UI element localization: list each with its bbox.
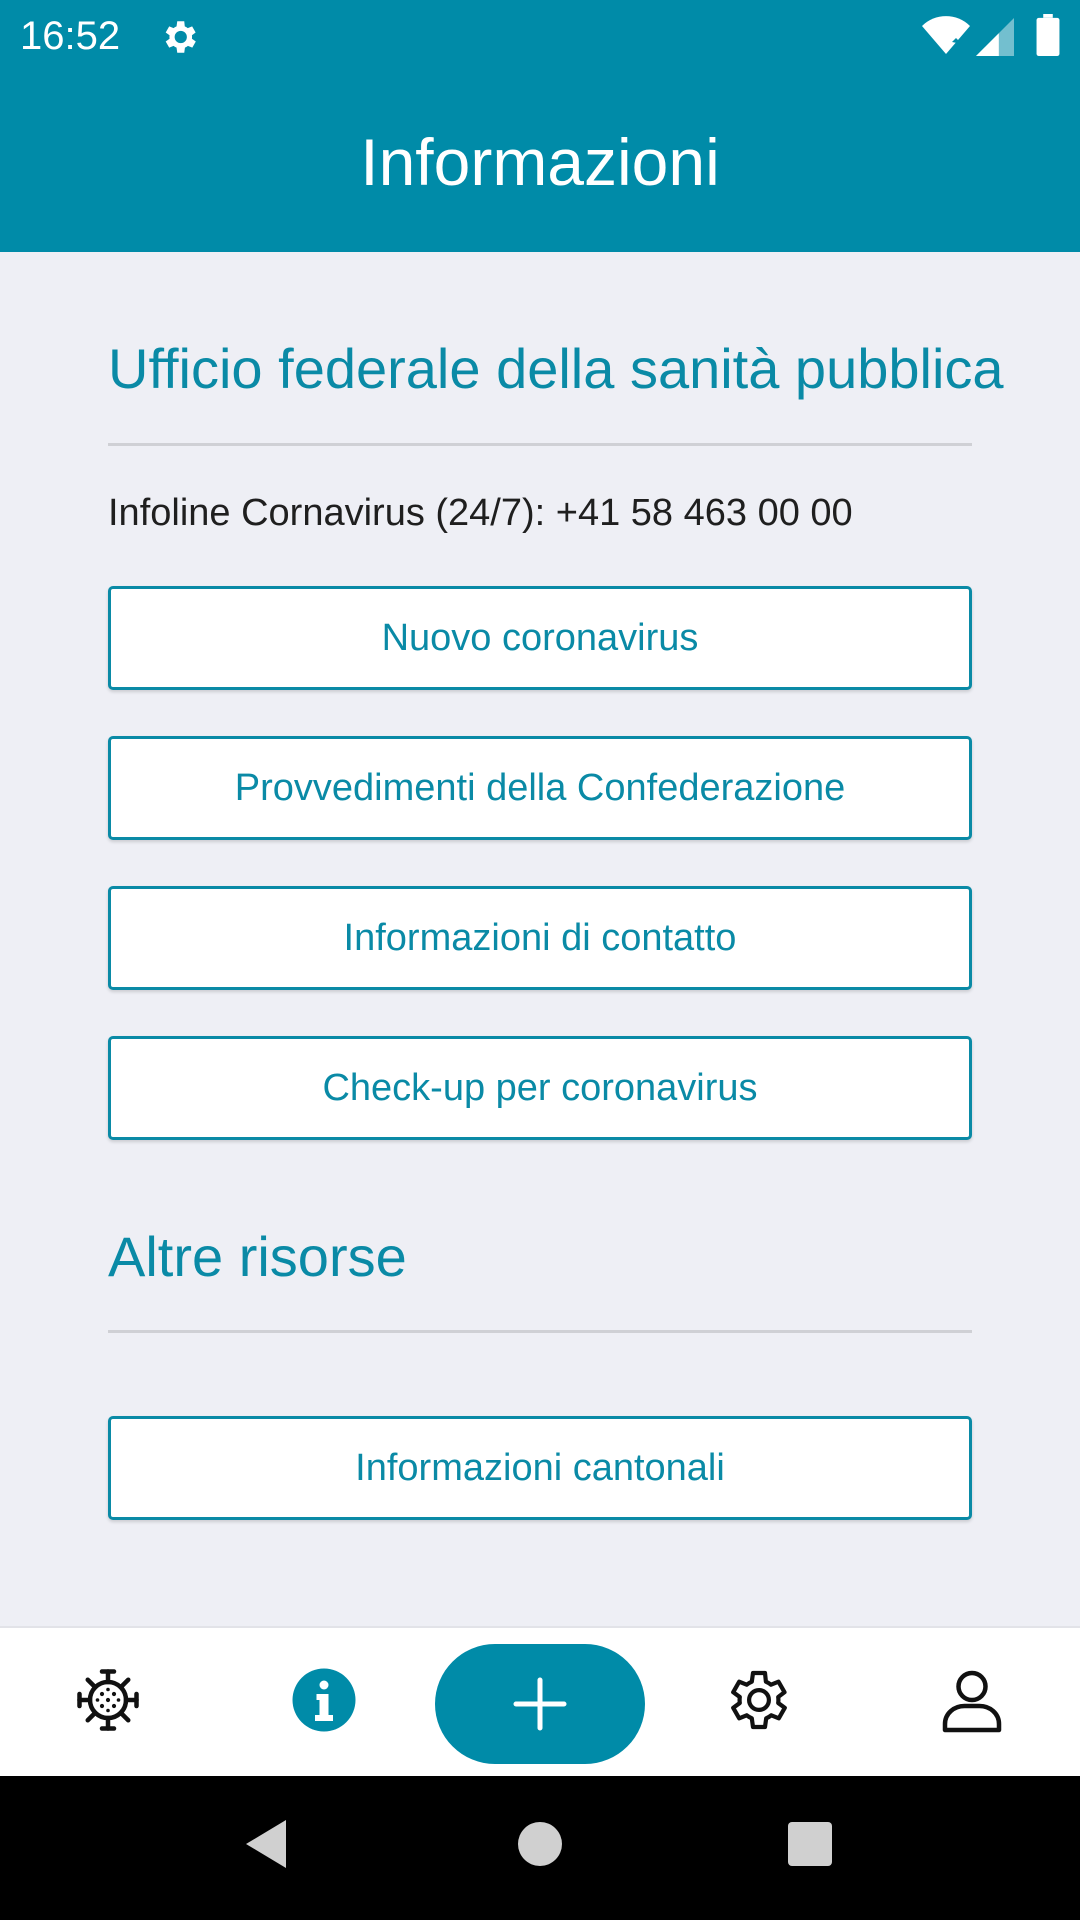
page-title: Informazioni: [360, 125, 720, 199]
status-bar: 16:52: [0, 0, 1080, 72]
battery-icon: [1036, 14, 1060, 56]
button-provvedimenti[interactable]: Provvedimenti della Confederazione: [108, 736, 972, 840]
home-icon[interactable]: [508, 1812, 572, 1876]
infoline-text: Infoline Cornavirus (24/7): +41 58 463 0…: [108, 492, 853, 534]
button-nuovo-coronavirus[interactable]: Nuovo coronavirus: [108, 586, 972, 690]
plus-icon: [513, 1677, 567, 1731]
info-icon[interactable]: [288, 1664, 360, 1736]
settings-icon[interactable]: [720, 1664, 792, 1736]
profile-icon[interactable]: [936, 1664, 1008, 1736]
bottom-nav: [0, 1626, 1080, 1776]
app-bar: Informazioni: [0, 72, 1080, 252]
button-informazioni-cantonali[interactable]: Informazioni cantonali: [108, 1416, 972, 1520]
back-icon[interactable]: [236, 1812, 300, 1876]
gear-icon: [165, 21, 196, 53]
button-informazioni-contatto[interactable]: Informazioni di contatto: [108, 886, 972, 990]
wifi-icon: [922, 16, 970, 54]
divider: [108, 443, 972, 446]
virus-icon[interactable]: [72, 1664, 144, 1736]
recents-icon[interactable]: [778, 1812, 842, 1876]
divider: [108, 1330, 972, 1333]
main-content: Ufficio federale della sanità pubblica I…: [0, 252, 1080, 1626]
add-button[interactable]: [435, 1644, 645, 1764]
signal-icon: [976, 18, 1014, 56]
section-title-other: Altre risorse: [108, 1225, 407, 1288]
button-check-up[interactable]: Check-up per coronavirus: [108, 1036, 972, 1140]
status-time: 16:52: [20, 14, 121, 58]
section-title-federal: Ufficio federale della sanità pubblica: [108, 337, 1004, 400]
system-nav-bar: [0, 1776, 1080, 1920]
